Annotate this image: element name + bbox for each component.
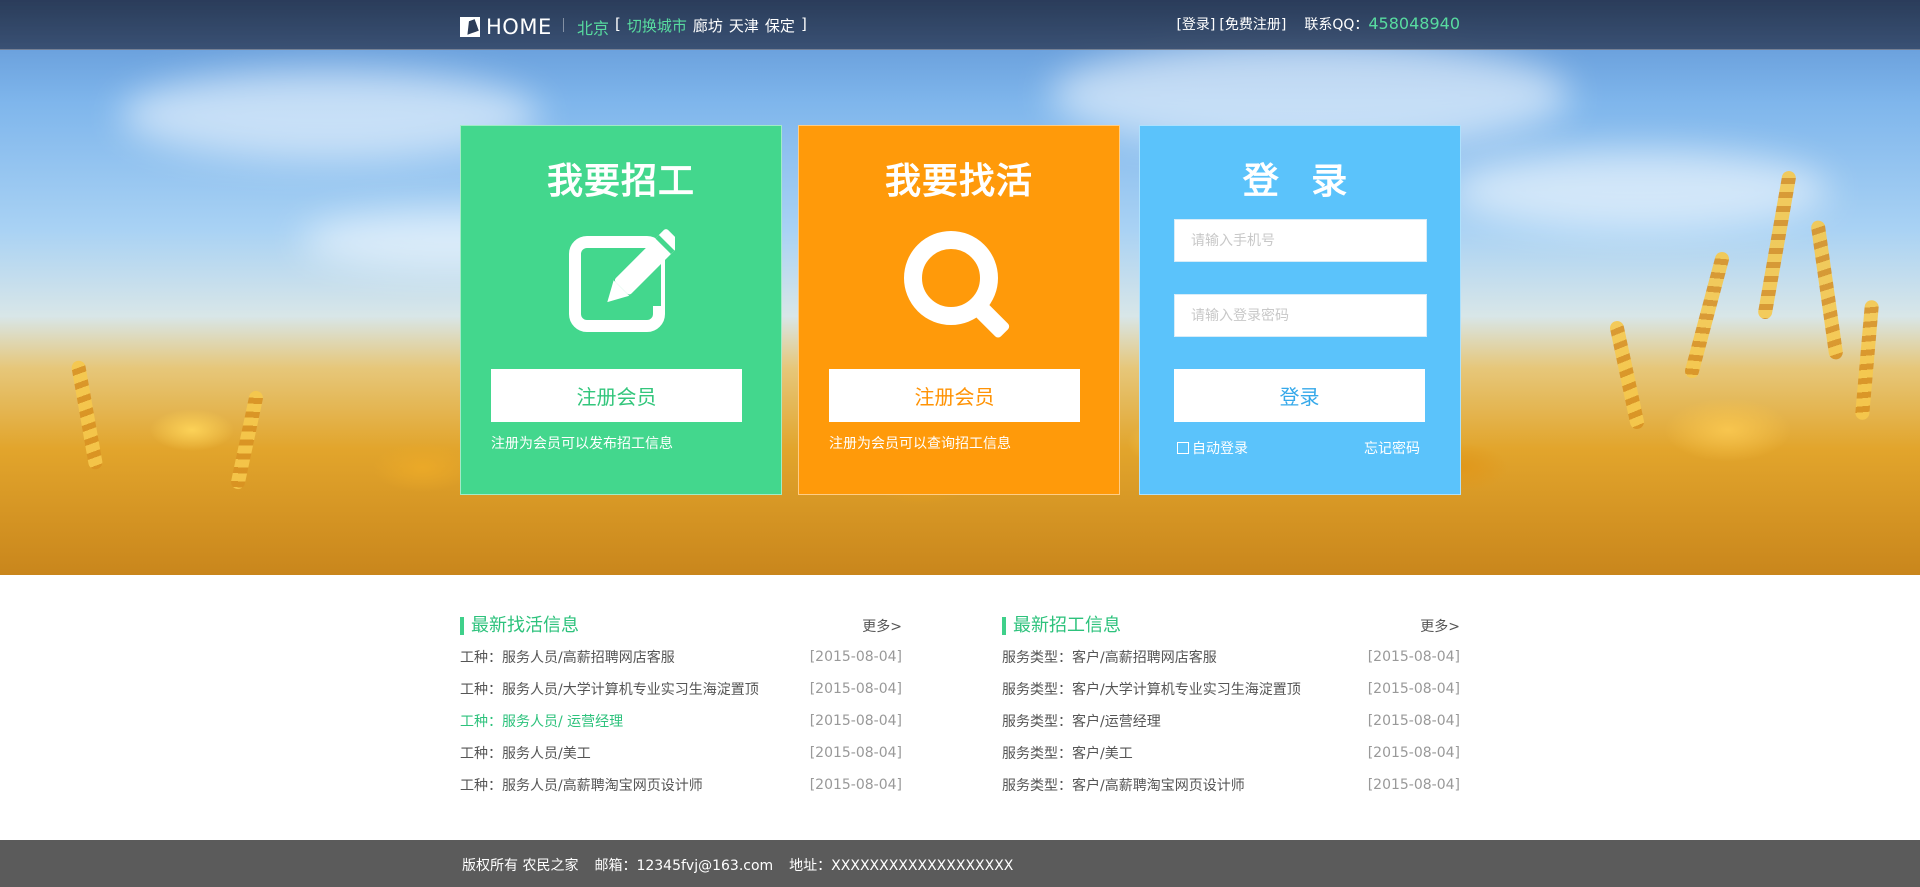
list-item-text: 工种：服务人员/高薪招聘网店客服 <box>460 650 675 666</box>
list-item-date: [2015-08-04] <box>809 649 902 665</box>
edit-icon <box>567 226 681 338</box>
current-city: 北京 <box>577 19 610 38</box>
list-item-text: 服务类型：客户/美工 <box>1002 746 1133 762</box>
list-item-date: [2015-08-04] <box>809 713 902 729</box>
qq-label: 联系QQ： <box>1304 17 1369 33</box>
list-item[interactable]: 工种：服务人员/高薪聘淘宝网页设计师 [2015-08-04] <box>460 769 902 801</box>
footer-copyright: 版权所有 农民之家 <box>462 858 579 874</box>
job-seek-more-link[interactable]: 更多> <box>862 616 902 636</box>
city-link-tianjin[interactable]: 天津 <box>729 15 759 39</box>
password-input[interactable] <box>1174 294 1427 337</box>
employer-note: 注册为会员可以发布招工信息 <box>491 436 673 452</box>
list-item-date: [2015-08-04] <box>1367 649 1460 665</box>
worker-card: 我要找活 注册会员 注册为会员可以查询招工信息 <box>798 125 1120 495</box>
city-link-langfang[interactable]: 廊坊 <box>693 15 723 39</box>
checkbox-box[interactable] <box>1177 442 1189 454</box>
forgot-password-link[interactable]: 忘记密码 <box>1364 438 1420 458</box>
job-seek-title: 最新找活信息 <box>460 617 579 635</box>
list-item[interactable]: 工种：服务人员/大学计算机专业实习生海淀置顶 [2015-08-04] <box>460 673 902 705</box>
list-item[interactable]: 服务类型：客户/高薪聘淘宝网页设计师 [2015-08-04] <box>1002 769 1460 801</box>
switch-city-link[interactable]: 切换城市 <box>627 15 687 39</box>
worker-card-title: 我要找活 <box>884 161 1033 202</box>
bracket-open: [ <box>615 15 621 33</box>
job-seek-section: 最新找活信息 更多> 工种：服务人员/高薪招聘网店客服 [2015-08-04] … <box>460 613 902 801</box>
list-item-text: 工种：服务人员/高薪聘淘宝网页设计师 <box>460 778 703 794</box>
list-item-date: [2015-08-04] <box>1367 745 1460 761</box>
user-bar: [登录] [免费注册] 联系QQ：458048940 <box>1176 14 1460 34</box>
footer: 版权所有 农民之家 邮箱：12345fvj@163.com 地址：XXXXXXX… <box>0 840 1920 887</box>
home-logo[interactable]: HOME <box>460 15 552 39</box>
list-item[interactable]: 服务类型：客户/美工 [2015-08-04] <box>1002 737 1460 769</box>
city-link-baoding[interactable]: 保定 <box>765 15 795 39</box>
list-item-text: 工种：服务人员/ 运营经理 <box>460 714 624 730</box>
job-hire-title: 最新招工信息 <box>1002 617 1121 635</box>
list-item[interactable]: 工种：服务人员/美工 [2015-08-04] <box>460 737 902 769</box>
list-item[interactable]: 工种：服务人员/ 运营经理 [2015-08-04] <box>460 705 902 737</box>
top-bar: HOME 北京 [ 切换城市 廊坊 天津 保定 ] [登录] [免费注册] 联系… <box>0 0 1920 50</box>
list-item-text: 服务类型：客户/高薪招聘网店客服 <box>1002 650 1217 666</box>
footer-email: 邮箱：12345fvj@163.com <box>594 858 774 874</box>
worker-register-button[interactable]: 注册会员 <box>829 369 1080 422</box>
list-item-text: 服务类型：客户/高薪聘淘宝网页设计师 <box>1002 778 1245 794</box>
logo-icon <box>460 17 480 37</box>
list-item-date: [2015-08-04] <box>809 777 902 793</box>
list-item-text: 工种：服务人员/美工 <box>460 746 591 762</box>
register-link[interactable]: [免费注册] <box>1219 14 1286 34</box>
city-selector: 北京 [ 切换城市 廊坊 天津 保定 ] <box>577 15 807 39</box>
list-item[interactable]: 工种：服务人员/高薪招聘网店客服 [2015-08-04] <box>460 641 902 673</box>
list-item-date: [2015-08-04] <box>809 681 902 697</box>
list-item[interactable]: 服务类型：客户/高薪招聘网店客服 [2015-08-04] <box>1002 641 1460 673</box>
employer-card-title: 我要招工 <box>546 161 695 202</box>
list-item[interactable]: 服务类型：客户/运营经理 [2015-08-04] <box>1002 705 1460 737</box>
auto-login-checkbox[interactable]: 自动登录 <box>1177 438 1248 458</box>
login-button[interactable]: 登录 <box>1174 369 1425 422</box>
auto-login-label: 自动登录 <box>1192 441 1248 457</box>
footer-address: 地址：XXXXXXXXXXXXXXXXXXX <box>789 858 1014 874</box>
list-item-date: [2015-08-04] <box>1367 777 1460 793</box>
list-item[interactable]: 服务类型：客户/大学计算机专业实习生海淀置顶 [2015-08-04] <box>1002 673 1460 705</box>
phone-input[interactable] <box>1174 219 1427 262</box>
qq-number: 458048940 <box>1368 14 1460 33</box>
bracket-close: ] <box>800 15 807 33</box>
list-item-date: [2015-08-04] <box>1367 713 1460 729</box>
employer-card: 我要招工 注册会员 注册为会员可以发布招工信息 <box>460 125 782 495</box>
login-card-title: 登 录 <box>1242 161 1358 202</box>
search-icon <box>899 226 1019 348</box>
list-item-date: [2015-08-04] <box>1367 681 1460 697</box>
login-card: 登 录 登录 自动登录 忘记密码 <box>1139 125 1461 495</box>
job-hire-section: 最新招工信息 更多> 服务类型：客户/高薪招聘网店客服 [2015-08-04] … <box>1002 613 1460 801</box>
worker-note: 注册为会员可以查询招工信息 <box>829 436 1011 452</box>
list-item-text: 服务类型：客户/大学计算机专业实习生海淀置顶 <box>1002 682 1301 698</box>
logo-text: HOME <box>486 15 552 39</box>
job-hire-more-link[interactable]: 更多> <box>1420 616 1460 636</box>
list-item-date: [2015-08-04] <box>809 745 902 761</box>
list-item-text: 工种：服务人员/大学计算机专业实习生海淀置顶 <box>460 682 759 698</box>
employer-register-button[interactable]: 注册会员 <box>491 369 742 422</box>
login-link[interactable]: [登录] <box>1176 14 1215 34</box>
job-seek-list: 工种：服务人员/高薪招聘网店客服 [2015-08-04] 工种：服务人员/大学计… <box>460 641 902 801</box>
list-item-text: 服务类型：客户/运营经理 <box>1002 714 1161 730</box>
divider <box>563 18 564 32</box>
job-hire-list: 服务类型：客户/高薪招聘网店客服 [2015-08-04] 服务类型：客户/大学计… <box>1002 641 1460 801</box>
